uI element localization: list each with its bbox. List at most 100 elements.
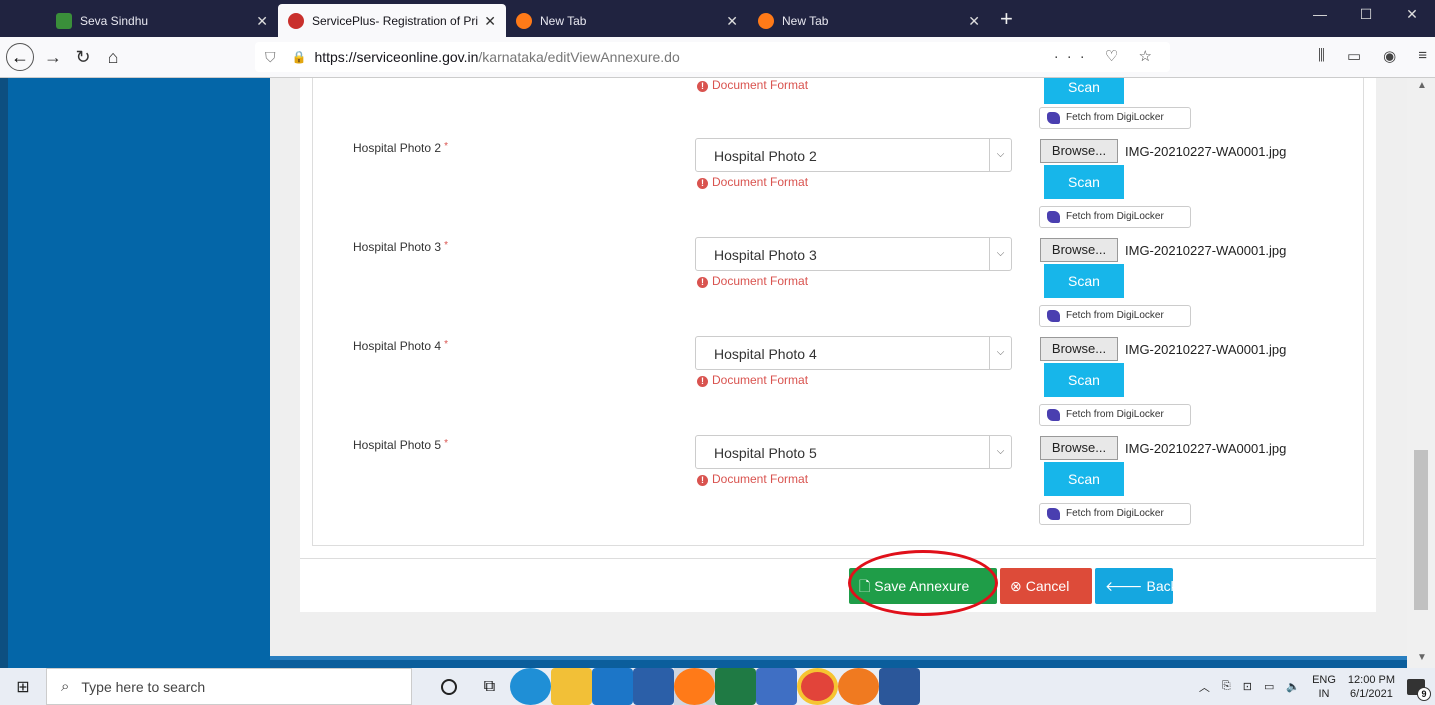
page-actions-icons[interactable]: ··· ♡ ☆ <box>1054 47 1160 65</box>
annexure-panel: ! Document Format Scan Fetch from DigiLoc… <box>312 78 1364 546</box>
excel-icon[interactable] <box>715 668 756 705</box>
new-tab-button[interactable]: + <box>1000 4 1013 37</box>
menu-icon[interactable]: ≡ <box>1418 47 1427 65</box>
fetch-digilocker-button[interactable]: Fetch from DigiLocker <box>1039 404 1191 426</box>
scroll-down-icon[interactable]: ▼ <box>1417 652 1427 663</box>
firefox-icon[interactable] <box>674 668 715 705</box>
region-code: IN <box>1318 687 1330 700</box>
browse-button[interactable]: Browse... <box>1040 238 1118 262</box>
tracking-shield-icon[interactable]: ⛉ <box>265 49 276 66</box>
selected-filename: IMG-20210227-WA0001.jpg <box>1125 441 1287 456</box>
browse-button[interactable]: Browse... <box>1040 337 1118 361</box>
file-explorer-icon[interactable] <box>551 668 592 705</box>
document-type-select[interactable]: Hospital Photo 2 ⌵ <box>695 138 1012 172</box>
mail-icon[interactable] <box>592 668 633 705</box>
scan-button[interactable]: Scan <box>1044 78 1124 104</box>
word-icon[interactable] <box>879 668 920 705</box>
input-language[interactable]: ENG IN <box>1312 673 1336 701</box>
footer-divider <box>300 558 1376 559</box>
windows-start-icon[interactable]: ⊞ <box>0 677 46 697</box>
back-button[interactable]: 🡐 Back <box>1095 568 1178 604</box>
document-format-link[interactable]: ! Document Format <box>697 175 808 189</box>
clock[interactable]: 12:00 PM 6/1/2021 <box>1348 673 1395 701</box>
cortana-icon[interactable] <box>428 668 469 705</box>
field-label-hospital-photo-2: Hospital Photo 2 * <box>353 141 448 155</box>
chevron-down-icon[interactable]: ⌵ <box>989 238 1011 270</box>
taskbar-search-box[interactable]: ⌕ Type here to search <box>46 668 412 705</box>
firefox-icon <box>516 12 532 29</box>
scan-button[interactable]: Scan <box>1044 165 1124 199</box>
scan-button[interactable]: Scan <box>1044 363 1124 397</box>
maximize-icon[interactable]: ☐ <box>1343 0 1389 37</box>
scroll-up-icon[interactable]: ▲ <box>1417 80 1427 91</box>
document-format-text: Document Format <box>712 274 809 288</box>
serviceplus-favicon-icon <box>288 12 304 29</box>
document-type-select[interactable]: Hospital Photo 3 ⌵ <box>695 237 1012 271</box>
scan-button[interactable]: Scan <box>1044 462 1124 496</box>
fetch-digilocker-button[interactable]: Fetch from DigiLocker <box>1039 206 1191 228</box>
scan-button[interactable]: Scan <box>1044 264 1124 298</box>
close-tab-icon[interactable]: ✕ <box>968 13 980 30</box>
close-tab-icon[interactable]: ✕ <box>256 13 268 30</box>
close-window-icon[interactable]: ✕ <box>1389 0 1435 37</box>
app-icon-orange[interactable] <box>838 668 879 705</box>
fetch-digilocker-button[interactable]: Fetch from DigiLocker <box>1039 305 1191 327</box>
tab-seva-sindhu[interactable]: Seva Sindhu ✕ <box>46 4 278 37</box>
digilocker-icon <box>1047 508 1060 520</box>
store-icon[interactable] <box>633 668 674 705</box>
chevron-down-icon[interactable]: ⌵ <box>989 139 1011 171</box>
tab-new-tab-1[interactable]: New Tab ✕ <box>506 4 748 37</box>
notification-center-icon[interactable]: 9 <box>1407 678 1431 701</box>
selected-filename: IMG-20210227-WA0001.jpg <box>1125 144 1287 159</box>
tab-serviceplus[interactable]: ServicePlus- Registration of Pri ✕ <box>278 4 506 37</box>
chevron-down-icon[interactable]: ⌵ <box>989 436 1011 468</box>
page-scrollbar[interactable]: ▲ ▼ <box>1407 78 1435 668</box>
battery-icon[interactable]: ▭ <box>1264 680 1274 693</box>
scroll-thumb[interactable] <box>1414 450 1428 610</box>
chevron-down-icon[interactable]: ⌵ <box>989 337 1011 369</box>
document-format-link[interactable]: ! Document Format <box>697 274 808 288</box>
meet-now-icon[interactable]: ⊡ <box>1243 680 1252 693</box>
digilocker-label: Fetch from DigiLocker <box>1066 112 1164 123</box>
reload-icon[interactable]: ↻ <box>68 47 98 68</box>
home-icon[interactable]: ⌂ <box>98 47 128 68</box>
back-arrow-icon[interactable]: ← <box>6 43 34 71</box>
field-label-hospital-photo-4: Hospital Photo 4 * <box>353 339 448 353</box>
digilocker-icon <box>1047 211 1060 223</box>
clock-date: 6/1/2021 <box>1350 687 1393 700</box>
info-icon: ! <box>697 475 708 486</box>
firefox-icon <box>758 12 774 29</box>
tab-title: ServicePlus- Registration of Pri <box>312 13 479 28</box>
volume-icon[interactable]: 🔈 <box>1286 680 1300 693</box>
network-icon[interactable]: ⎘ <box>1222 680 1231 693</box>
pinned-apps: ⧉ <box>428 668 920 705</box>
tab-new-tab-2[interactable]: New Tab ✕ <box>748 4 990 37</box>
forward-arrow-icon[interactable]: → <box>38 47 68 68</box>
fetch-digilocker-button[interactable]: Fetch from DigiLocker <box>1039 503 1191 525</box>
browse-button[interactable]: Browse... <box>1040 436 1118 460</box>
cancel-button[interactable]: ⊗ Cancel <box>1000 568 1092 604</box>
document-format-link[interactable]: ! Document Format <box>697 78 808 92</box>
document-type-select[interactable]: Hospital Photo 5 ⌵ <box>695 435 1012 469</box>
label-text: Hospital Photo 4 <box>353 339 442 353</box>
task-view-icon[interactable]: ⧉ <box>469 668 510 705</box>
language-code: ENG <box>1312 673 1336 686</box>
close-tab-icon[interactable]: ✕ <box>484 13 496 30</box>
lock-icon[interactable]: 🔒 <box>292 50 307 64</box>
document-format-link[interactable]: ! Document Format <box>697 373 808 387</box>
label-text: Hospital Photo 2 <box>353 141 442 155</box>
document-type-select[interactable]: Hospital Photo 4 ⌵ <box>695 336 1012 370</box>
address-bar[interactable]: ⛉ 🔒 https://serviceonline.gov.in/karnata… <box>255 42 1170 72</box>
browse-button[interactable]: Browse... <box>1040 139 1118 163</box>
account-icon[interactable]: ◉ <box>1383 47 1396 65</box>
close-tab-icon[interactable]: ✕ <box>726 13 738 30</box>
edge-icon[interactable] <box>510 668 551 705</box>
notes-app-icon[interactable] <box>756 668 797 705</box>
chrome-icon[interactable] <box>797 668 838 705</box>
minimize-icon[interactable]: — <box>1297 0 1343 37</box>
document-format-link[interactable]: ! Document Format <box>697 472 808 486</box>
sidebar-icon[interactable]: ▭ <box>1347 47 1361 65</box>
library-icon[interactable]: ⫼ <box>1318 47 1325 65</box>
tray-chevron-icon[interactable]: ︿ <box>1199 679 1210 695</box>
fetch-digilocker-button[interactable]: Fetch from DigiLocker <box>1039 107 1191 129</box>
